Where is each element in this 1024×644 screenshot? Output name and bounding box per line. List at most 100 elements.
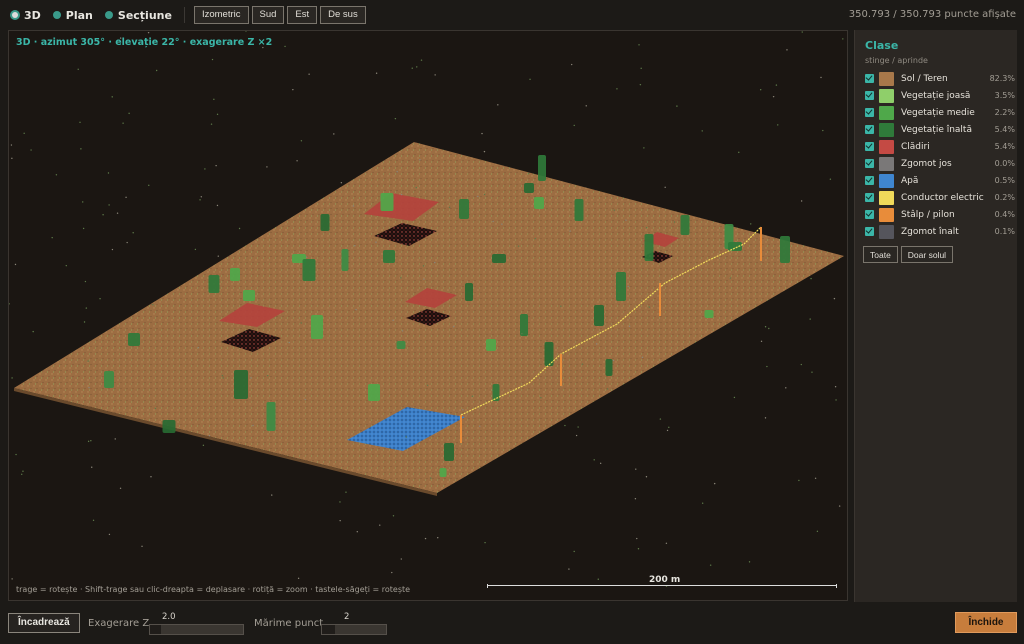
- noise-point: [213, 98, 215, 101]
- classes-panel: Clase stinge / aprinde Sol / Teren 82.3% V…: [854, 30, 1017, 602]
- noise-point: [355, 308, 357, 311]
- class-percentage: 0.2%: [994, 193, 1015, 202]
- class-name: Vegetație medie: [901, 107, 975, 118]
- noise-point: [415, 186, 418, 189]
- noise-point: [785, 387, 787, 389]
- noise-point: [119, 487, 122, 490]
- class-row[interactable]: Stâlp / pilon 0.4%: [865, 206, 1015, 223]
- noise-point: [391, 571, 393, 574]
- noise-point: [126, 241, 128, 244]
- tree: [320, 214, 330, 231]
- tree: [605, 359, 613, 376]
- noise-point: [645, 476, 648, 478]
- noise-point: [635, 468, 637, 470]
- checkbox-icon[interactable]: [865, 176, 874, 185]
- all-classes-button[interactable]: Toate: [863, 246, 898, 263]
- noise-point: [713, 482, 716, 485]
- noise-point: [266, 374, 269, 377]
- noise-point: [833, 297, 836, 300]
- checkbox-icon[interactable]: [865, 91, 874, 100]
- view-east-button[interactable]: Est: [287, 6, 318, 24]
- noise-point: [612, 359, 615, 362]
- noise-point: [822, 129, 824, 132]
- ground-only-button[interactable]: Doar solul: [900, 246, 954, 263]
- checkbox-icon[interactable]: [865, 108, 874, 117]
- tree: [486, 339, 496, 351]
- checkbox-icon[interactable]: [865, 125, 874, 134]
- class-row[interactable]: Zgomot jos 0.0%: [865, 155, 1015, 172]
- noise-point: [345, 491, 347, 493]
- noise-point: [501, 223, 503, 225]
- checkbox-icon[interactable]: [865, 227, 874, 236]
- noise-point: [639, 83, 642, 86]
- noise-point: [585, 105, 587, 107]
- radio-section-icon[interactable]: [104, 11, 113, 19]
- tree: [594, 305, 604, 326]
- noise-point: [308, 73, 310, 75]
- checkbox-icon[interactable]: [865, 210, 874, 219]
- noise-point: [738, 151, 740, 154]
- class-row[interactable]: Sol / Teren 82.3%: [865, 70, 1015, 87]
- noise-point: [434, 261, 436, 264]
- noise-point: [14, 263, 17, 266]
- point-size-label: Mărime punct: [254, 618, 324, 629]
- noise-point: [297, 577, 300, 580]
- noise-point: [400, 193, 403, 196]
- radio-plan-icon[interactable]: [52, 11, 61, 19]
- noise-point: [148, 184, 150, 187]
- noise-point: [238, 227, 241, 230]
- mode-plan[interactable]: Plan: [52, 9, 93, 22]
- noise-point: [816, 530, 819, 533]
- noise-point: [640, 67, 642, 70]
- point-size-slider[interactable]: [321, 624, 387, 635]
- checkbox-icon[interactable]: [865, 193, 874, 202]
- view-south-button[interactable]: Sud: [251, 6, 285, 24]
- class-row[interactable]: Vegetație medie 2.2%: [865, 104, 1015, 121]
- frame-button[interactable]: Încadrează: [8, 613, 80, 633]
- view-top-button[interactable]: De sus: [320, 6, 366, 24]
- point-cloud-canvas[interactable]: [9, 31, 848, 601]
- z-exaggeration-slider[interactable]: [149, 624, 244, 635]
- noise-point: [701, 502, 704, 504]
- noise-point: [643, 147, 645, 149]
- class-row[interactable]: Apă 0.5%: [865, 172, 1015, 189]
- point-cloud-viewport[interactable]: 3D · azimut 305° · elevație 22° · exager…: [8, 30, 848, 601]
- noise-point: [296, 160, 298, 162]
- noise-point: [800, 200, 803, 202]
- noise-point: [216, 204, 219, 207]
- noise-point: [375, 72, 378, 74]
- noise-point: [23, 132, 25, 134]
- noise-point: [814, 477, 817, 479]
- tree: [520, 314, 528, 336]
- radio-3d-icon[interactable]: [12, 12, 18, 18]
- noise-point: [333, 133, 335, 135]
- checkbox-icon[interactable]: [865, 142, 874, 151]
- noise-point: [141, 545, 143, 548]
- class-row[interactable]: Clădiri 5.4%: [865, 138, 1015, 155]
- class-color-swatch: [879, 88, 894, 103]
- class-name: Clădiri: [901, 141, 930, 152]
- mode-section[interactable]: Secțiune: [104, 9, 172, 22]
- mode-3d[interactable]: 3D: [12, 9, 41, 22]
- checkbox-icon[interactable]: [865, 159, 874, 168]
- noise-point: [528, 172, 530, 175]
- noise-point: [829, 178, 832, 180]
- noise-point: [216, 113, 219, 116]
- noise-point: [564, 424, 566, 427]
- class-color-swatch: [879, 190, 894, 205]
- view-isometric-button[interactable]: Izometric: [193, 6, 249, 24]
- class-row[interactable]: Vegetație înaltă 5.4%: [865, 121, 1015, 138]
- class-row[interactable]: Zgomot înalt 0.1%: [865, 223, 1015, 240]
- class-percentage: 0.5%: [994, 176, 1015, 185]
- close-button[interactable]: Închide: [955, 612, 1017, 633]
- checkbox-icon[interactable]: [865, 74, 874, 83]
- noise-point: [665, 542, 668, 544]
- noise-point: [99, 297, 101, 300]
- noise-point: [125, 196, 127, 199]
- class-row[interactable]: Conductor electric 0.2%: [865, 189, 1015, 206]
- noise-point: [573, 550, 575, 553]
- noise-point: [114, 438, 116, 440]
- noise-point: [733, 396, 736, 399]
- noise-point: [842, 38, 844, 40]
- class-row[interactable]: Vegetație joasă 3.5%: [865, 87, 1015, 104]
